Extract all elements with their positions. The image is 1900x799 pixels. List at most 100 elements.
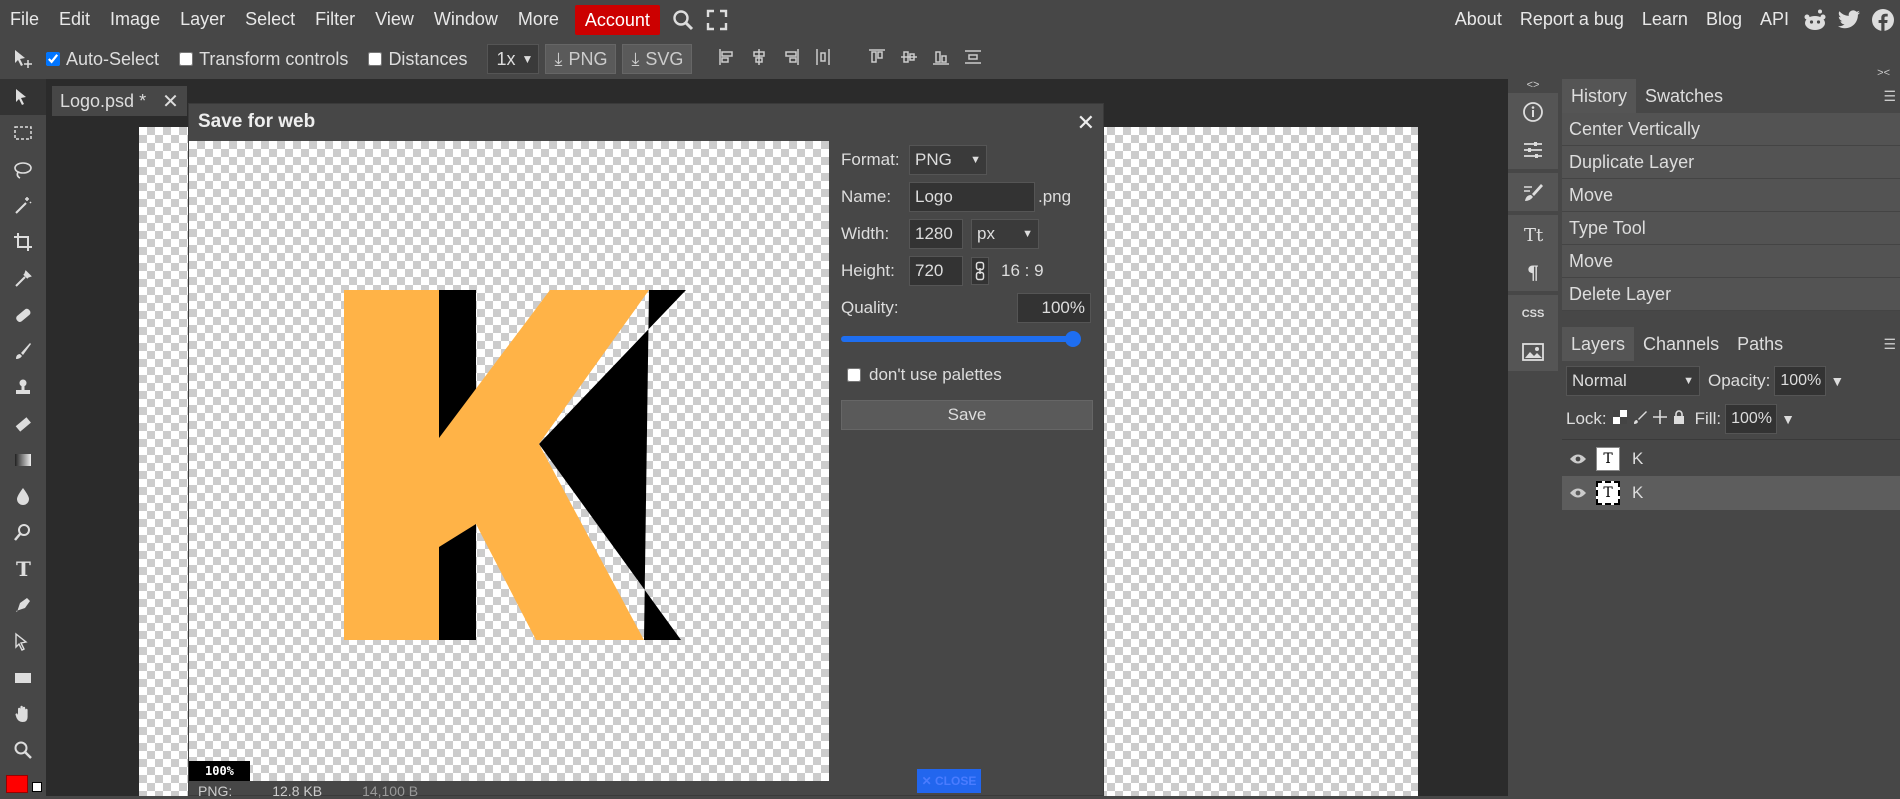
blend-mode-select[interactable]: Normal ▼ bbox=[1566, 366, 1700, 396]
align-center-h-icon[interactable] bbox=[750, 48, 768, 71]
type-tool-icon[interactable]: T bbox=[0, 551, 46, 587]
tab-swatches[interactable]: Swatches bbox=[1636, 79, 1732, 113]
align-right-icon[interactable] bbox=[782, 48, 800, 71]
close-icon[interactable]: ✕ bbox=[162, 89, 179, 114]
gradient-tool-icon[interactable] bbox=[0, 442, 46, 478]
menu-file[interactable]: File bbox=[0, 0, 49, 39]
blur-tool-icon[interactable] bbox=[0, 478, 46, 514]
stamp-tool-icon[interactable] bbox=[0, 369, 46, 405]
name-input[interactable]: Logo bbox=[909, 181, 1035, 212]
menu-report-bug[interactable]: Report a bug bbox=[1511, 0, 1633, 39]
close-icon[interactable]: ✕ bbox=[1077, 110, 1095, 136]
quality-input[interactable]: 100% bbox=[1017, 292, 1091, 323]
history-item[interactable]: Type Tool bbox=[1562, 212, 1900, 245]
lasso-tool-icon[interactable] bbox=[0, 152, 46, 188]
distribute-v-icon[interactable] bbox=[964, 48, 982, 71]
path-select-tool-icon[interactable] bbox=[0, 623, 46, 659]
magic-wand-tool-icon[interactable] bbox=[0, 188, 46, 224]
tab-channels[interactable]: Channels bbox=[1634, 327, 1728, 361]
align-left-icon[interactable] bbox=[718, 48, 736, 71]
marquee-tool-icon[interactable] bbox=[0, 115, 46, 151]
width-input[interactable]: 1280 bbox=[909, 218, 963, 249]
menu-learn[interactable]: Learn bbox=[1633, 0, 1697, 39]
search-icon[interactable] bbox=[666, 0, 700, 39]
collapse-icon[interactable]: <> bbox=[1508, 79, 1558, 93]
menu-more[interactable]: More bbox=[508, 0, 569, 39]
fullscreen-icon[interactable] bbox=[700, 0, 734, 39]
menu-edit[interactable]: Edit bbox=[49, 0, 100, 39]
history-item[interactable]: Delete Layer bbox=[1562, 278, 1900, 311]
css-icon[interactable]: CSS bbox=[1508, 295, 1558, 333]
eyedropper-tool-icon[interactable] bbox=[0, 260, 46, 296]
info-icon[interactable] bbox=[1508, 93, 1558, 131]
eye-icon[interactable] bbox=[1570, 449, 1586, 469]
palette-checkbox[interactable]: don't use palettes bbox=[841, 354, 1093, 396]
foreground-color-swatch[interactable] bbox=[6, 774, 28, 793]
menu-api[interactable]: API bbox=[1751, 0, 1798, 39]
format-select[interactable]: PNG ▼ bbox=[909, 144, 987, 175]
menu-blog[interactable]: Blog bbox=[1697, 0, 1751, 39]
history-item[interactable]: Duplicate Layer bbox=[1562, 146, 1900, 179]
history-item[interactable]: Move bbox=[1562, 179, 1900, 212]
history-item[interactable]: Center Vertically bbox=[1562, 113, 1900, 146]
transform-controls-checkbox[interactable]: Transform controls bbox=[179, 49, 348, 70]
lock-transparency-icon[interactable] bbox=[1612, 409, 1627, 429]
eraser-tool-icon[interactable] bbox=[0, 406, 46, 442]
layer-row[interactable]: T K bbox=[1562, 476, 1900, 510]
distribute-h-icon[interactable] bbox=[814, 48, 832, 71]
lock-all-icon[interactable] bbox=[1673, 409, 1685, 429]
brush-tool-icon[interactable] bbox=[0, 333, 46, 369]
align-top-icon[interactable] bbox=[868, 48, 886, 71]
rectangle-tool-icon[interactable] bbox=[0, 660, 46, 696]
auto-select-checkbox[interactable]: Auto-Select bbox=[46, 49, 159, 70]
zoom-tool-icon[interactable] bbox=[0, 732, 46, 768]
paragraph-icon[interactable]: ¶ bbox=[1508, 253, 1558, 291]
tab-layers[interactable]: Layers bbox=[1562, 327, 1635, 361]
opacity-input[interactable]: 100% bbox=[1774, 366, 1827, 396]
reddit-icon[interactable] bbox=[1798, 0, 1832, 39]
background-color-swatch[interactable] bbox=[32, 781, 42, 792]
dodge-tool-icon[interactable] bbox=[0, 515, 46, 551]
history-item[interactable]: Move bbox=[1562, 245, 1900, 278]
document-tab[interactable]: Logo.psd * ✕ bbox=[52, 86, 187, 116]
adjustments-icon[interactable] bbox=[1508, 131, 1558, 169]
menu-select[interactable]: Select bbox=[235, 0, 305, 39]
distances-checkbox[interactable]: Distances bbox=[368, 49, 467, 70]
link-icon[interactable] bbox=[971, 256, 989, 285]
tab-paths[interactable]: Paths bbox=[1728, 327, 1792, 361]
layer-row[interactable]: T K bbox=[1562, 442, 1900, 476]
healing-tool-icon[interactable] bbox=[0, 297, 46, 333]
account-button[interactable]: Account bbox=[574, 4, 660, 35]
menu-window[interactable]: Window bbox=[424, 0, 508, 39]
fill-dropdown-icon[interactable]: ▼ bbox=[1781, 411, 1795, 427]
height-input[interactable]: 720 bbox=[909, 255, 963, 286]
scale-select[interactable]: 1x ▼ bbox=[487, 44, 540, 74]
tab-history[interactable]: History bbox=[1562, 79, 1637, 113]
panel-menu-icon[interactable]: ☰ bbox=[1883, 88, 1896, 105]
twitter-icon[interactable] bbox=[1832, 0, 1866, 39]
fill-input[interactable]: 100% bbox=[1725, 404, 1778, 434]
move-tool-icon[interactable] bbox=[0, 79, 46, 116]
menu-about[interactable]: About bbox=[1446, 0, 1511, 39]
quality-slider[interactable] bbox=[841, 326, 1093, 354]
lock-position-icon[interactable] bbox=[1652, 409, 1667, 429]
unit-select[interactable]: px ▼ bbox=[971, 218, 1039, 249]
expand-icon[interactable]: >< bbox=[1877, 67, 1890, 79]
character-icon[interactable]: Tt bbox=[1508, 215, 1558, 253]
lock-pixels-icon[interactable] bbox=[1633, 409, 1647, 429]
hand-tool-icon[interactable] bbox=[0, 696, 46, 732]
brush-settings-icon[interactable] bbox=[1508, 173, 1558, 211]
menu-layer[interactable]: Layer bbox=[170, 0, 235, 39]
image-icon[interactable] bbox=[1508, 333, 1558, 371]
menu-view[interactable]: View bbox=[365, 0, 424, 39]
save-button[interactable]: Save bbox=[841, 400, 1093, 430]
panel-menu-icon[interactable]: ☰ bbox=[1883, 336, 1896, 353]
slider-thumb[interactable] bbox=[1065, 331, 1081, 347]
menu-filter[interactable]: Filter bbox=[305, 0, 365, 39]
close-badge[interactable]: ✕ CLOSE bbox=[917, 769, 981, 793]
align-middle-v-icon[interactable] bbox=[900, 48, 918, 71]
pen-tool-icon[interactable] bbox=[0, 587, 46, 623]
color-swatches[interactable] bbox=[0, 769, 46, 795]
opacity-dropdown-icon[interactable]: ▼ bbox=[1830, 373, 1844, 389]
crop-tool-icon[interactable] bbox=[0, 224, 46, 260]
